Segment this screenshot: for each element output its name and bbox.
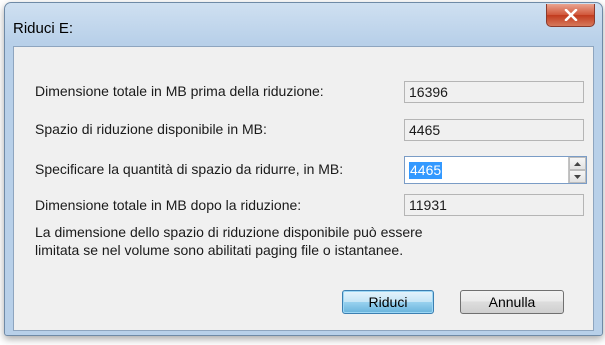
available-shrink-value: 4465 [404, 119, 584, 141]
shrink-amount-label: Specificare la quantità di spazio da rid… [35, 161, 344, 177]
stepper-buttons [568, 157, 586, 183]
total-after-label: Dimensione totale in MB dopo la riduzion… [35, 197, 302, 213]
cancel-button[interactable]: Annulla [460, 290, 564, 314]
title-bar[interactable]: Riduci E: [5, 3, 602, 47]
dialog-body: Dimensione totale in MB prima della ridu… [13, 46, 594, 331]
close-button[interactable] [546, 4, 595, 27]
info-message: La dimensione dello spazio di riduzione … [35, 224, 423, 258]
shrink-amount-stepper[interactable]: 4465 [404, 156, 587, 184]
dialog-title: Riduci E: [13, 20, 74, 37]
close-icon [564, 9, 577, 21]
stepper-down-button[interactable] [569, 170, 586, 183]
shrink-button[interactable]: Riduci [342, 290, 434, 314]
shrink-dialog: Riduci E: Dimensione totale in MB prima … [4, 2, 603, 336]
available-shrink-label: Spazio di riduzione disponibile in MB: [35, 121, 267, 137]
total-before-label: Dimensione totale in MB prima della ridu… [35, 83, 324, 99]
stepper-up-button[interactable] [569, 157, 586, 170]
chevron-up-icon [574, 161, 581, 166]
shrink-amount-input[interactable]: 4465 [405, 157, 565, 183]
chevron-down-icon [574, 174, 581, 179]
shrink-amount-selected-text: 4465 [409, 162, 443, 179]
total-after-value: 11931 [404, 194, 584, 216]
total-before-value: 16396 [404, 81, 584, 103]
